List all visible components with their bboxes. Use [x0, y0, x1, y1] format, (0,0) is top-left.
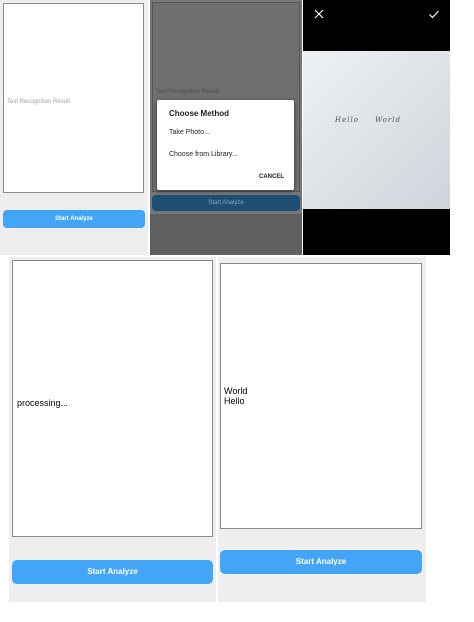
check-icon[interactable]: [428, 8, 440, 20]
screen-initial: Text Recognition Result Start Analyze: [0, 0, 148, 255]
start-analyze-button: Start Analyze: [152, 195, 300, 211]
start-analyze-button[interactable]: Start Analyze: [220, 550, 422, 574]
screen-result: World Hello Start Analyze: [218, 257, 426, 602]
handwritten-word: World: [374, 116, 401, 124]
take-photo-option[interactable]: Take Photo...: [169, 129, 210, 136]
close-icon[interactable]: [313, 8, 325, 20]
result-placeholder: Text Recognition Result: [156, 89, 220, 95]
captured-photo[interactable]: Hello World: [303, 51, 450, 209]
screen-camera-crop: Hello World: [303, 0, 450, 255]
result-text-area[interactable]: World Hello: [220, 263, 422, 529]
start-analyze-button[interactable]: Start Analyze: [12, 560, 213, 584]
result-line: Hello: [224, 396, 245, 406]
result-text-area[interactable]: Text Recognition Result: [3, 3, 144, 193]
processing-status: processing...: [17, 398, 69, 408]
screen-processing: processing... Start Analyze: [9, 257, 216, 602]
handwritten-word: Hello: [335, 116, 359, 124]
screen-choose-method: Text Recognition Result Start Analyze Ch…: [150, 0, 302, 255]
result-line: World: [224, 386, 248, 396]
result-text-area[interactable]: processing...: [12, 260, 213, 537]
dim-overlay: [150, 214, 302, 255]
cancel-button[interactable]: CANCEL: [259, 174, 284, 180]
start-analyze-button[interactable]: Start Analyze: [3, 210, 145, 228]
result-placeholder: Text Recognition Result: [7, 99, 71, 105]
choose-from-library-option[interactable]: Choose from Library...: [169, 151, 238, 158]
choose-method-dialog: Choose Method Take Photo... Choose from …: [157, 100, 294, 190]
handwritten-text: Hello World: [335, 116, 417, 124]
dialog-title: Choose Method: [169, 109, 229, 118]
